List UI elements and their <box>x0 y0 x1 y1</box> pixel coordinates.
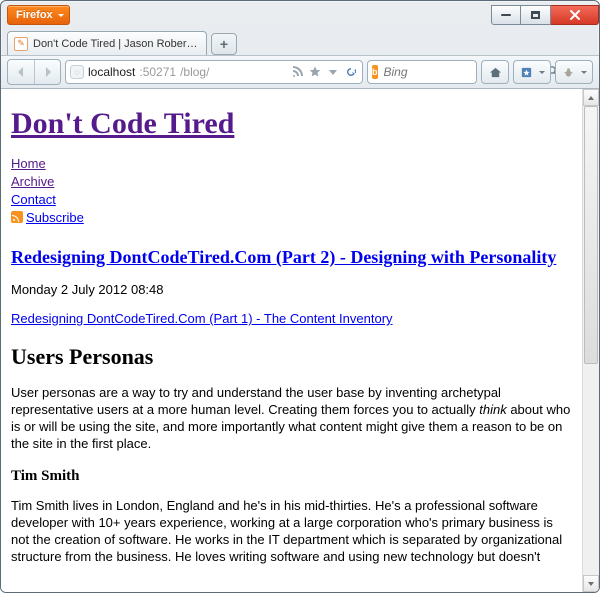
rss-icon <box>11 211 23 223</box>
nav-contact[interactable]: Contact <box>11 192 56 207</box>
firebug-button[interactable] <box>555 60 593 84</box>
back-arrow-icon <box>15 66 27 78</box>
scroll-track[interactable] <box>583 106 599 575</box>
bookmarks-menu-button[interactable] <box>513 60 551 84</box>
tab-favicon: ✎ <box>14 37 28 51</box>
url-path: /blog/ <box>180 65 209 79</box>
firefox-app-label: Firefox <box>16 9 53 21</box>
home-button[interactable] <box>481 60 509 84</box>
url-port: :50271 <box>139 65 176 79</box>
vertical-scrollbar[interactable] <box>582 89 599 592</box>
window-titlebar: Firefox <box>1 1 599 29</box>
nav-subscribe[interactable]: Subscribe <box>26 210 84 225</box>
site-title-link[interactable]: Don't Code Tired <box>11 107 234 140</box>
previous-part-link[interactable]: Redesigning DontCodeTired.Com (Part 1) -… <box>11 311 393 326</box>
minimize-button[interactable] <box>491 5 521 25</box>
navigation-toolbar: ◌ localhost :50271/blog/ b <box>1 55 599 89</box>
chevron-up-icon <box>587 94 595 102</box>
site-title: Don't Code Tired <box>11 107 572 141</box>
nav-home[interactable]: Home <box>11 156 46 171</box>
maximize-button[interactable] <box>521 5 551 25</box>
search-box[interactable]: b <box>367 60 477 84</box>
persona-heading: Tim Smith <box>11 468 572 485</box>
home-icon <box>489 66 502 79</box>
feed-icon[interactable] <box>290 65 304 79</box>
nav-arrow-group <box>7 59 61 85</box>
back-button[interactable] <box>8 60 34 84</box>
post-title-link[interactable]: Redesigning DontCodeTired.Com (Part 2) -… <box>11 247 556 267</box>
forward-arrow-icon <box>42 66 54 78</box>
scroll-up-button[interactable] <box>583 89 599 106</box>
firefox-app-button[interactable]: Firefox <box>7 5 70 25</box>
browser-window: Firefox ✎ Don't Code Tired | Jason Rober… <box>0 0 600 593</box>
maximize-icon <box>531 11 540 19</box>
tab-strip: ✎ Don't Code Tired | Jason Roberts on So… <box>1 29 599 55</box>
reload-button[interactable] <box>344 65 358 79</box>
bookmark-star-icon[interactable] <box>308 65 322 79</box>
plus-icon: + <box>220 36 228 52</box>
bug-icon <box>562 66 575 79</box>
forward-button[interactable] <box>34 60 60 84</box>
content-viewport: Don't Code Tired Home Archive Contact Su… <box>1 89 599 592</box>
scroll-thumb[interactable] <box>584 106 598 364</box>
dropdown-icon[interactable] <box>326 65 340 79</box>
bookmarks-icon <box>520 66 533 79</box>
close-icon <box>570 10 580 20</box>
chevron-down-icon <box>587 580 595 588</box>
nav-archive[interactable]: Archive <box>11 174 54 189</box>
close-button[interactable] <box>551 5 599 25</box>
tab-title: Don't Code Tired | Jason Roberts on Soft… <box>33 38 200 50</box>
scroll-down-button[interactable] <box>583 575 599 592</box>
site-nav: Home Archive Contact Subscribe <box>11 155 572 227</box>
section-heading: Users Personas <box>11 344 572 370</box>
url-host: localhost <box>88 65 135 79</box>
previous-part-link-wrapper: Redesigning DontCodeTired.Com (Part 1) -… <box>11 311 572 326</box>
browser-tab[interactable]: ✎ Don't Code Tired | Jason Roberts on So… <box>7 31 207 55</box>
address-bar[interactable]: ◌ localhost :50271/blog/ <box>65 60 363 84</box>
minimize-icon <box>501 14 511 16</box>
post-title: Redesigning DontCodeTired.Com (Part 2) -… <box>11 247 572 268</box>
new-tab-button[interactable]: + <box>211 33 237 55</box>
paragraph-2: Tim Smith lives in London, England and h… <box>11 497 572 565</box>
page-content: Don't Code Tired Home Archive Contact Su… <box>1 89 582 592</box>
bing-icon[interactable]: b <box>372 65 378 79</box>
toolbar-buttons <box>481 60 593 84</box>
post-date: Monday 2 July 2012 08:48 <box>11 282 572 297</box>
paragraph-1: User personas are a way to try and under… <box>11 384 572 452</box>
window-controls <box>491 5 599 25</box>
site-identity-icon[interactable]: ◌ <box>70 65 84 79</box>
